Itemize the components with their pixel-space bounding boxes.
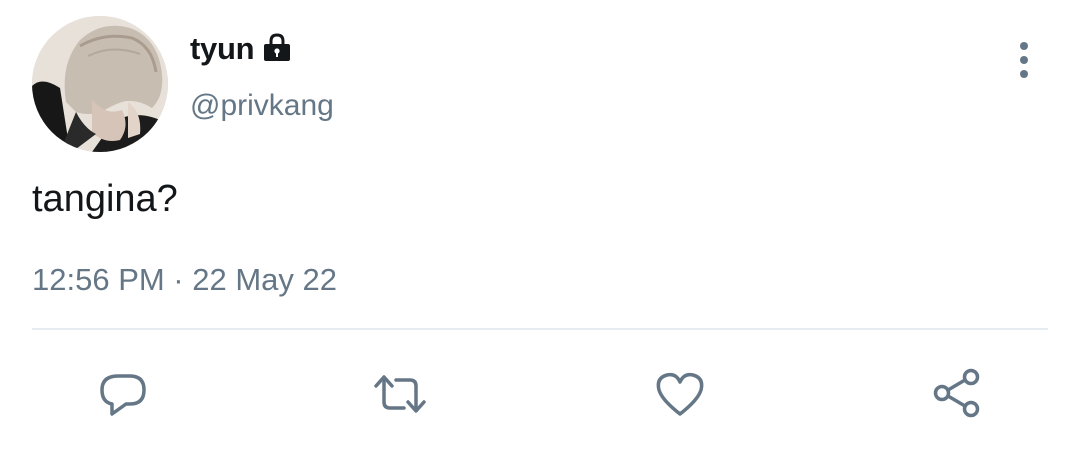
- avatar[interactable]: [32, 16, 168, 152]
- user-handle[interactable]: @privkang: [190, 87, 334, 125]
- tweet-timestamp[interactable]: 12:56 PM · 22 May 22: [32, 260, 337, 300]
- retweet-button[interactable]: [372, 366, 428, 422]
- reply-button[interactable]: [96, 366, 152, 422]
- retweet-icon: [374, 375, 426, 413]
- heart-icon: [656, 372, 704, 416]
- like-button[interactable]: [652, 366, 708, 422]
- divider: [32, 328, 1048, 330]
- lock-icon: [261, 31, 293, 63]
- share-button[interactable]: [929, 366, 985, 422]
- share-icon: [933, 368, 980, 418]
- tweet-text: tangina?: [32, 178, 178, 220]
- reply-icon: [100, 374, 146, 416]
- more-vertical-icon[interactable]: [1006, 40, 1042, 80]
- display-name[interactable]: tyun: [190, 30, 255, 68]
